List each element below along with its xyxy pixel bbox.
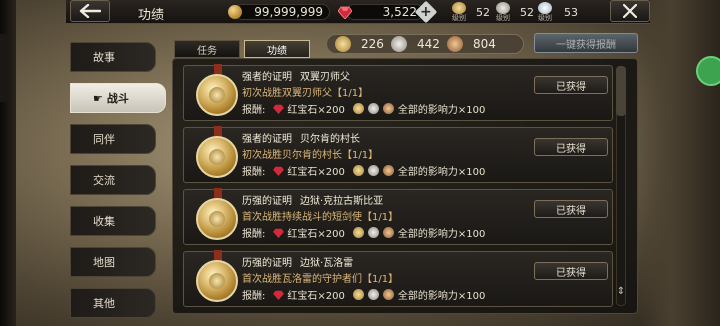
entry-subtitle: 双翼刃师父 [300,72,350,83]
scroll-end-icon[interactable]: ⇕ [614,284,628,298]
entry-title: 历强的证明 [242,258,292,269]
bronze-medal-icon [382,103,394,114]
nav-item-collection[interactable]: 收集 [70,206,156,236]
list-item: 强者的证明 双翼刃师父 初次战胜双翼刃师父【1/1】 报酬: 红宝石×200 全部… [183,64,613,121]
ruby-icon [273,290,285,300]
close-icon [623,4,637,18]
gold-medal-icon [452,2,466,14]
gold-counter: 99,999,999 [228,3,330,21]
entry-rewards: 报酬: 红宝石×200 全部的影响力×100 [242,103,486,116]
edge-handle[interactable] [0,34,8,102]
silver-tier-value: 52 [520,6,534,19]
nav-item-companions[interactable]: 同伴 [70,124,156,154]
achievement-medal-icon [196,136,238,178]
gold-medal-icon [352,289,364,300]
tab-achievements[interactable]: 功绩 [244,40,310,58]
claimed-button[interactable]: 已获得 [534,200,608,218]
silver-medal-icon [367,165,379,176]
bronze-medal-icon [447,36,463,52]
entry-subtitle: 贝尔肯的村长 [300,134,360,145]
gold-medal-icon [352,165,364,176]
achievement-medal-icon [196,198,238,240]
close-button[interactable] [610,0,650,22]
entry-rewards: 报酬: 红宝石×200 全部的影响力×100 [242,227,486,240]
claim-all-button[interactable]: 一键获得报酬 [534,33,638,53]
ruby-icon [273,228,285,238]
silver-medal-icon [496,2,510,14]
claimed-button[interactable]: 已获得 [534,262,608,280]
gem-amount: 3,522 [382,5,417,19]
gold-tier-value: 52 [476,6,490,19]
entry-title: 历强的证明 [242,196,292,207]
gold-medal-icon [352,227,364,238]
gold-amount: 99,999,999 [254,5,323,19]
gold-tier-badge: 级别 [452,2,466,22]
silver-medal-icon [367,103,379,114]
gold-coin-icon [228,5,242,19]
nav-item-other[interactable]: 其他 [70,288,156,318]
achievement-list[interactable]: 强者的证明 双翼刃师父 初次战胜双翼刃师父【1/1】 报酬: 红宝石×200 全部… [172,58,638,314]
list-item: 历强的证明 边狱·克拉古斯比亚 首次战胜持续战斗的短剑使【1/1】 报酬: 红宝石… [183,188,613,245]
claimed-button[interactable]: 已获得 [534,76,608,94]
ruby-icon [273,104,285,114]
medal-totals: 226 442 804 [326,34,524,54]
entry-description: 首次战胜持续战斗的短剑使【1/1】 [242,212,399,223]
entry-description: 初次战胜双翼刃师父【1/1】 [242,88,369,99]
hand-point-icon: ☛ [93,91,103,105]
bronze-medal-icon [382,289,394,300]
entry-description: 首次战胜瓦洛雷的守护者们【1/1】 [242,274,399,285]
silver-total: 442 [417,37,440,51]
gem-counter: 3,522 + [338,0,438,24]
achievement-medal-icon [196,260,238,302]
platinum-medal-icon [538,2,552,14]
list-item: 历强的证明 边狱·瓦洛雷 首次战胜瓦洛雷的守护者们【1/1】 报酬: 红宝石×20… [183,250,613,307]
platinum-tier-value: 53 [564,6,578,19]
achievement-medal-icon [196,74,238,116]
claimed-button[interactable]: 已获得 [534,138,608,156]
entry-description: 初次战胜贝尔肯的村长【1/1】 [242,150,379,161]
scrollbar-thumb[interactable] [616,66,626,116]
silver-medal-icon [391,36,407,52]
entry-title: 强者的证明 [242,72,292,83]
gold-medal-icon [352,103,364,114]
gold-total: 226 [361,37,384,51]
bronze-total: 804 [473,37,496,51]
entry-rewards: 报酬: 红宝石×200 全部的影响力×100 [242,165,486,178]
bronze-medal-icon [382,165,394,176]
bronze-medal-icon [382,227,394,238]
nav-item-story[interactable]: 故事 [70,42,156,72]
nav-item-social[interactable]: 交流 [70,165,156,195]
nav-item-map[interactable]: 地图 [70,247,156,277]
silver-tier-badge: 级别 [496,2,510,22]
ruby-icon [338,6,352,19]
list-item: 强者的证明 贝尔肯的村长 初次战胜贝尔肯的村长【1/1】 报酬: 红宝石×200 … [183,126,613,183]
entry-rewards: 报酬: 红宝石×200 全部的影响力×100 [242,289,486,302]
back-arrow-icon [79,4,101,18]
right-frame [640,0,720,326]
nav-item-battle[interactable]: ☛ 战斗 [70,83,166,113]
entry-subtitle: 边狱·克拉古斯比亚 [300,196,384,207]
tab-tasks[interactable]: 任务 [174,40,240,58]
back-button[interactable] [70,0,110,22]
silver-medal-icon [367,227,379,238]
silver-medal-icon [367,289,379,300]
plus-icon: + [420,3,432,20]
entry-subtitle: 边狱·瓦洛雷 [300,258,354,269]
platinum-tier-badge: 级别 [538,2,552,22]
gold-medal-icon [335,36,351,52]
chat-bubble-icon[interactable] [696,56,720,86]
ruby-icon [273,166,285,176]
entry-title: 强者的证明 [242,134,292,145]
page-title: 功绩 [138,8,165,23]
